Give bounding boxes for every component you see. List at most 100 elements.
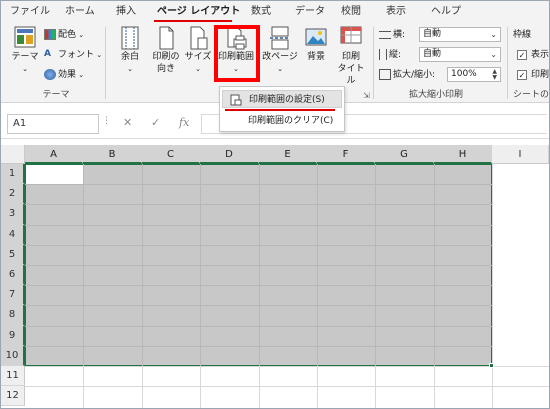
print-area-highlight-box: [214, 25, 260, 82]
tab-formulas[interactable]: 数式: [251, 4, 271, 20]
background-button[interactable]: 背景: [301, 25, 331, 63]
row-header-8[interactable]: 8: [1, 305, 25, 326]
chevron-down-icon: ⌄: [490, 30, 497, 39]
print-titles-label-1: 印刷: [341, 52, 360, 62]
themes-icon: [14, 26, 36, 48]
set-print-area-red-underline: [225, 109, 335, 111]
font-icon: A: [44, 49, 51, 59]
width-select[interactable]: 自動 ⌄: [419, 27, 501, 42]
chevron-down-icon: ⌄: [490, 50, 497, 59]
margins-button[interactable]: 余白 ⌄: [113, 25, 147, 75]
row-header-9[interactable]: 9: [1, 325, 25, 346]
orientation-icon: [159, 26, 174, 50]
breaks-button[interactable]: 改ページ ⌄: [261, 25, 299, 75]
size-button[interactable]: サイズ ⌄: [183, 25, 213, 75]
gridline-horizontal: [25, 285, 492, 287]
effects-icon: [44, 69, 56, 80]
gridlines-view-checkbox[interactable]: ✓: [517, 50, 527, 60]
column-header-d[interactable]: D: [200, 145, 259, 164]
column-header-a[interactable]: A: [25, 145, 83, 164]
margins-icon: [121, 26, 139, 50]
row-header-4[interactable]: 4: [1, 224, 25, 245]
chevron-down-icon: ⌄: [76, 31, 85, 39]
scale-spinner[interactable]: 100% ▲ ▼: [447, 67, 501, 82]
gridlines-view-label: 表示: [531, 50, 550, 60]
select-all-corner[interactable]: [1, 145, 25, 164]
effects-label: 効果: [58, 70, 77, 80]
tab-home[interactable]: ホーム: [65, 4, 95, 20]
chevron-down-icon: ⌄: [76, 71, 85, 79]
gridline-horizontal: [25, 224, 492, 226]
row-header-6[interactable]: 6: [1, 265, 25, 286]
fonts-button[interactable]: A フォント ⌄: [44, 48, 102, 62]
column-header-f[interactable]: F: [317, 145, 375, 164]
active-cell-a1[interactable]: [26, 165, 83, 184]
name-box[interactable]: A1: [7, 114, 99, 134]
row-header-11[interactable]: 11: [1, 366, 25, 387]
theme-group-label: テーマ: [42, 90, 70, 100]
excel-window: ファイル ホーム 挿入 ページ レイアウト 数式 データ 校閲 表示 ヘルプ テ…: [0, 0, 550, 409]
scale-group-label: 拡大縮小印刷: [408, 90, 463, 100]
size-label: サイズ: [184, 52, 212, 62]
colors-button[interactable]: 配色 ⌄: [44, 28, 84, 42]
effects-button[interactable]: 効果 ⌄: [44, 68, 84, 82]
gridline-horizontal: [25, 386, 549, 388]
ribbon-tab-bar: ファイル ホーム 挿入 ページ レイアウト 数式 データ 校閲 表示 ヘルプ: [1, 1, 549, 23]
column-header-e[interactable]: E: [259, 145, 317, 164]
tab-data[interactable]: データ: [295, 4, 325, 20]
themes-label: テーマ: [11, 52, 39, 62]
cancel-icon[interactable]: ✕: [123, 116, 132, 129]
set-print-area-item[interactable]: 印刷範囲の設定(S): [222, 90, 342, 108]
enter-check-icon[interactable]: ✓: [151, 116, 160, 129]
group-divider: [507, 27, 508, 99]
column-header-c[interactable]: C: [142, 145, 200, 164]
more-vertical-icon: ⋮: [102, 116, 111, 126]
height-label: 縦:: [379, 48, 401, 62]
gridline-horizontal: [25, 366, 549, 367]
clear-print-area-label: 印刷範囲のクリア(C): [248, 116, 334, 126]
page-break-icon: [270, 26, 290, 50]
tab-review[interactable]: 校閲: [341, 4, 361, 20]
tab-help[interactable]: ヘルプ: [431, 4, 461, 20]
insert-function-icon[interactable]: fx: [179, 116, 189, 129]
column-header-g[interactable]: G: [375, 145, 434, 164]
page-setup-dialog-launcher-icon[interactable]: ⇲: [363, 89, 370, 103]
color-palette-icon: [44, 29, 56, 40]
gridlines-print-checkbox[interactable]: ✓: [517, 70, 527, 80]
background-image-icon: [305, 28, 327, 46]
row-header-7[interactable]: 7: [1, 285, 25, 306]
orientation-button[interactable]: 印刷の 向き: [149, 25, 183, 75]
themes-button[interactable]: テーマ ⌄: [9, 25, 41, 75]
row-header-1[interactable]: 1: [1, 164, 25, 185]
print-titles-button[interactable]: 印刷 タイトル: [334, 25, 368, 87]
tab-page-layout[interactable]: ページ レイアウト: [157, 4, 240, 20]
tab-file[interactable]: ファイル: [10, 4, 50, 20]
gridline-vertical: [492, 164, 493, 408]
scale-icon: [379, 69, 391, 80]
clear-print-area-item[interactable]: 印刷範囲のクリア(C): [222, 112, 342, 130]
row-header-3[interactable]: 3: [1, 204, 25, 225]
chevron-down-icon: ⌄: [127, 65, 133, 73]
background-label: 背景: [306, 52, 325, 62]
row-header-5[interactable]: 5: [1, 244, 25, 265]
chevron-down-icon: ⌄: [195, 65, 201, 73]
row-header-12[interactable]: 12: [1, 386, 25, 407]
row-header-10[interactable]: 10: [1, 345, 25, 366]
tab-insert[interactable]: 挿入: [116, 4, 136, 20]
tab-view[interactable]: 表示: [386, 4, 406, 20]
sheet-options-group-label: シートの: [513, 90, 550, 100]
fill-handle[interactable]: [489, 363, 494, 368]
height-arrow-icon: [379, 49, 387, 60]
chevron-down-icon: ⌄: [22, 65, 28, 73]
column-header-b[interactable]: B: [83, 145, 142, 164]
gridlines-label: 枠線: [513, 30, 532, 40]
scale-label: 拡大/縮小:: [379, 68, 435, 82]
height-value: 自動: [423, 49, 442, 59]
print-titles-label-2: タイトル: [337, 64, 365, 86]
column-header-i[interactable]: I: [492, 145, 549, 164]
row-header-2[interactable]: 2: [1, 184, 25, 205]
gridline-horizontal: [25, 345, 492, 347]
gridline-horizontal: [25, 204, 492, 206]
column-header-h[interactable]: H: [434, 145, 492, 164]
height-select[interactable]: 自動 ⌄: [419, 47, 501, 62]
